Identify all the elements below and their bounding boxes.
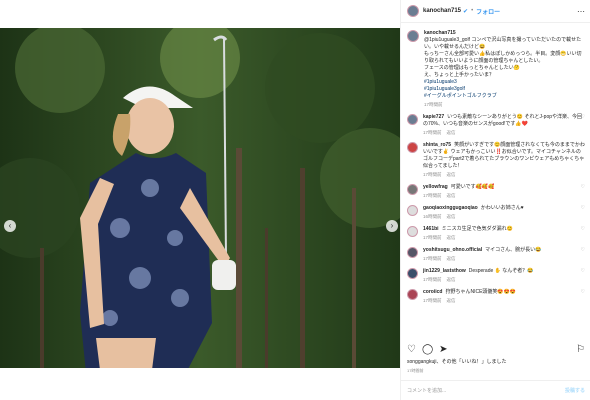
avatar[interactable] xyxy=(407,226,418,237)
comment-item: yoshitsugu_ohno.official マイコさん、腕が長い😂 17時間… xyxy=(407,247,585,262)
comment-item: jin1229_laststhow Desperade ✋ なんぞ者？😂 17時間… xyxy=(407,268,585,283)
golfer-photo xyxy=(0,28,400,368)
likes-text[interactable]: songgangkuji、その他「いいね！」しました xyxy=(407,358,506,365)
comment-like-heart-icon[interactable]: ♡ xyxy=(581,184,585,190)
avatar[interactable] xyxy=(407,114,418,125)
separator-dot: • xyxy=(471,8,474,14)
reply-button[interactable]: 返信 xyxy=(447,172,456,177)
comment-username[interactable]: kapie727 xyxy=(423,114,444,120)
avatar[interactable] xyxy=(407,184,418,195)
verified-badge-icon: ✔ xyxy=(463,8,469,15)
comment-time: 17時間前 xyxy=(423,256,442,261)
comment-username[interactable]: 1461bi xyxy=(423,226,439,232)
comment-text: Desperade ✋ なんぞ者？😂 xyxy=(468,268,534,274)
follow-button[interactable]: フォロー xyxy=(476,7,500,16)
avatar[interactable] xyxy=(407,247,418,258)
comment-input[interactable]: コメントを追加... xyxy=(407,387,446,394)
comment-text: 可愛いです🥰🥰🥰 xyxy=(450,184,495,190)
comment-like-heart-icon[interactable]: ♡ xyxy=(581,114,585,120)
post-modal: ‹ › kanochan715 ✔ • フォロー ⋯ kanochan715 @… xyxy=(0,0,590,400)
reply-button[interactable]: 返信 xyxy=(447,277,456,282)
share-icon[interactable]: ➤ xyxy=(439,344,447,355)
comment-like-heart-icon[interactable]: ♡ xyxy=(581,247,585,253)
comment-item: shinta_ro75 笑顔がいすぎです😊顔面管理されなくても今のままでかわいいで… xyxy=(407,142,585,178)
hashtag-link[interactable]: #イーグルポイントゴルフクラブ xyxy=(424,93,585,100)
reply-button[interactable]: 返信 xyxy=(447,193,456,198)
prev-photo-button[interactable]: ‹ xyxy=(4,220,16,232)
comment-item: coroiicd 狩野ちゃんNICE頭髄笑😍😍😍 17時間前 返信 ♡ xyxy=(407,289,585,304)
comment-username[interactable]: coroiicd xyxy=(423,289,442,295)
comment-icon[interactable]: ◯ xyxy=(422,344,433,355)
comment-time: 17時間前 xyxy=(423,277,442,282)
comment-username[interactable]: yellowfrag xyxy=(423,184,448,190)
comment-text: マイコさん、腕が長い😂 xyxy=(485,247,542,253)
comment-time: 17時間前 xyxy=(423,235,442,240)
avatar[interactable] xyxy=(407,5,419,17)
post-photo[interactable]: ‹ › xyxy=(0,28,400,368)
comment-like-heart-icon[interactable]: ♡ xyxy=(581,205,585,211)
reply-button[interactable]: 返信 xyxy=(447,298,456,303)
reply-button[interactable]: 返信 xyxy=(447,130,456,135)
caption-time: 17時間前 xyxy=(424,102,443,107)
comment-time: 16時間前 xyxy=(423,214,442,219)
comment-username[interactable]: shinta_ro75 xyxy=(423,142,451,148)
comments-list: kanochan715 @1piu1uguale3_golf コンペで沢山写真を… xyxy=(401,24,590,336)
add-comment-bar: コメントを追加... 投稿する xyxy=(401,380,590,400)
comment-like-heart-icon[interactable]: ♡ xyxy=(581,142,585,148)
hashtag-link[interactable]: #1piu1uguale3 xyxy=(424,79,585,86)
post-comment-button[interactable]: 投稿する xyxy=(565,387,585,394)
heart-icon[interactable]: ♡ xyxy=(407,344,416,355)
post-sidebar: kanochan715 ✔ • フォロー ⋯ kanochan715 @1piu… xyxy=(400,0,590,400)
comment-time: 17時間前 xyxy=(423,130,442,135)
post-time: 17時間前 xyxy=(407,368,424,373)
caption: kanochan715 @1piu1uguale3_golf コンペで沢山写真を… xyxy=(407,30,585,108)
avatar[interactable] xyxy=(407,205,418,216)
comment-text: ミニスカ生足で色気ダダ漏れ😊 xyxy=(441,226,513,232)
comment-text: 狩野ちゃんNICE頭髄笑😍😍😍 xyxy=(445,289,517,295)
reply-button[interactable]: 返信 xyxy=(447,235,456,240)
comment-like-heart-icon[interactable]: ♡ xyxy=(581,289,585,295)
avatar[interactable] xyxy=(407,142,418,153)
comment-username[interactable]: gaoqiaoxinggugaoqiao xyxy=(423,205,478,211)
avatar[interactable] xyxy=(407,268,418,279)
comment-item: yellowfrag 可愛いです🥰🥰🥰 17時間前 返信 ♡ xyxy=(407,184,585,199)
comment-username[interactable]: jin1229_laststhow xyxy=(423,268,466,274)
caption-line: え、ちょっと上手かったいま？ xyxy=(424,72,495,78)
reply-button[interactable]: 返信 xyxy=(447,256,456,261)
comment-item: 1461bi ミニスカ生足で色気ダダ漏れ😊 17時間前 返信 ♡ xyxy=(407,226,585,241)
comment-item: gaoqiaoxinggugaoqiao かわいいお姉さん♥ 16時間前 返信 ♡ xyxy=(407,205,585,220)
caption-line: もっちーさん全部可愛い👍私はぽしかめっつら。半目。変顔😁いい切り取られてもいいよ… xyxy=(424,51,582,64)
caption-username[interactable]: kanochan715 xyxy=(424,30,456,36)
comment-time: 17時間前 xyxy=(423,172,442,177)
comment-text: かわいいお姉さん♥ xyxy=(480,205,524,211)
avatar[interactable] xyxy=(407,30,419,42)
comment-username[interactable]: yoshitsugu_ohno.official xyxy=(423,247,482,253)
comment-time: 17時間前 xyxy=(423,298,442,303)
reply-button[interactable]: 返信 xyxy=(447,214,456,219)
comment-like-heart-icon[interactable]: ♡ xyxy=(581,268,585,274)
avatar[interactable] xyxy=(407,289,418,300)
action-bar: ♡ ◯ ➤ ⚐ xyxy=(407,344,585,355)
caption-line: @1piu1uguale3_golf コンペで沢山写真を撮っていただいたので載せ… xyxy=(424,37,582,50)
post-username[interactable]: kanochan715 xyxy=(423,8,461,14)
comment-item: kapie727 いつも素敵なシーンありがとう😊 それとJ-popや洋楽、今回の7… xyxy=(407,114,585,136)
bookmark-icon[interactable]: ⚐ xyxy=(576,344,585,355)
caption-line: フェースの管理はもっとちゃんとしたい🤔 xyxy=(424,65,520,71)
more-dots-icon[interactable]: ⋯ xyxy=(577,7,585,16)
comment-time: 17時間前 xyxy=(423,193,442,198)
post-header: kanochan715 ✔ • フォロー ⋯ xyxy=(401,0,590,23)
comment-like-heart-icon[interactable]: ♡ xyxy=(581,226,585,232)
next-photo-button[interactable]: › xyxy=(386,220,398,232)
comment-text: いつも素敵なシーンありがとう😊 それとJ-popや洋楽、今回の70%、いつも音楽… xyxy=(423,114,583,127)
hashtag-link[interactable]: #1piu1uguale3golf xyxy=(424,86,585,93)
